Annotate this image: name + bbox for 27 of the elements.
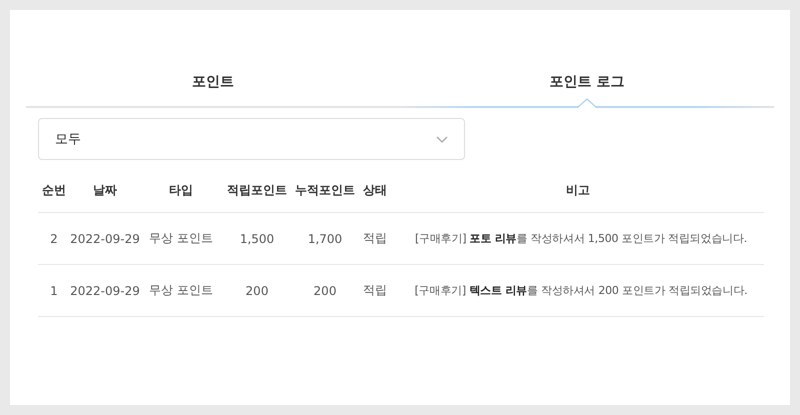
chevron-down-icon <box>436 136 448 142</box>
table-cell: 적립 <box>358 212 392 264</box>
table-cell: [구매후기] 텍스트 리뷰를 작성하셔서 200 포인트가 적립되었습니다. <box>392 264 764 316</box>
column-header: 순번 <box>38 168 70 212</box>
column-header: 누적포인트 <box>292 168 358 212</box>
dropdown-value: 모두 <box>55 131 81 148</box>
table-cell: 200 <box>222 264 292 316</box>
filter-dropdown[interactable]: 모두 <box>38 118 465 160</box>
column-header: 타입 <box>140 168 222 212</box>
column-header: 비고 <box>392 168 764 212</box>
table-cell: 2022-09-29 <box>70 212 140 264</box>
table-cell: 1,500 <box>222 212 292 264</box>
table-cell: 1,700 <box>292 212 358 264</box>
tab-indicator-icon <box>577 98 597 108</box>
table-cell: 2022-09-29 <box>70 264 140 316</box>
table-cell: 2 <box>38 212 70 264</box>
column-header: 날짜 <box>70 168 140 212</box>
tab[interactable]: 포인트 <box>26 68 400 108</box>
table-cell: 적립 <box>358 264 392 316</box>
column-header: 적립포인트 <box>222 168 292 212</box>
table-cell: 무상 포인트 <box>140 264 222 316</box>
table-cell: 1 <box>38 264 70 316</box>
table-cell: [구매후기] 포토 리뷰를 작성하셔서 1,500 포인트가 적립되었습니다. <box>392 212 764 264</box>
column-header: 상태 <box>358 168 392 212</box>
table-cell: 200 <box>292 264 358 316</box>
tab[interactable]: 포인트 로그 <box>400 68 774 108</box>
table-cell: 무상 포인트 <box>140 212 222 264</box>
